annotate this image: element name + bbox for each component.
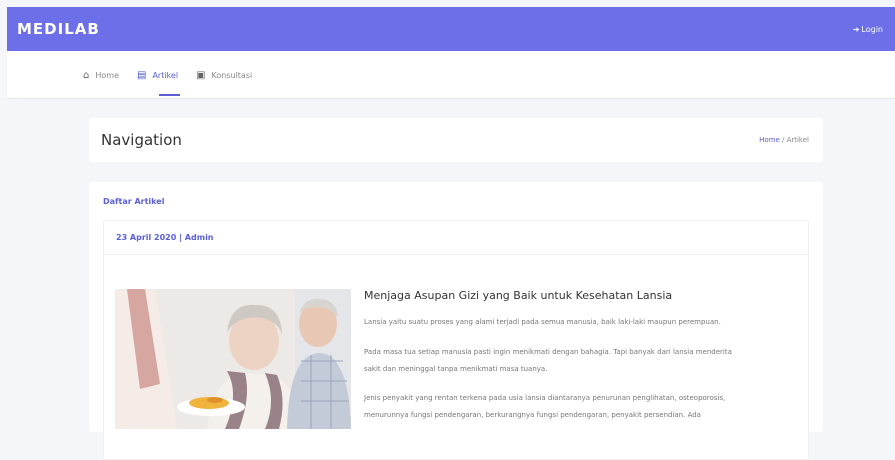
nav-artikel-label: Artikel <box>152 70 179 80</box>
article-icon: ▤ <box>136 69 147 81</box>
article-paragraph: menurunnya fungsi pendengaran, berkurang… <box>364 411 701 419</box>
breadcrumb-separator: / <box>781 136 785 144</box>
home-icon: ⌂ <box>83 69 90 81</box>
main-nav: ⌂ Home ▤ Artikel ▣ Konsultasi <box>7 51 895 99</box>
article-paragraph: Lansia yaitu suatu proses yang alami ter… <box>364 318 721 326</box>
consult-icon: ▣ <box>196 69 206 81</box>
brand-logo[interactable]: MEDILAB <box>17 20 100 38</box>
article-list-title: Daftar Artikel <box>103 197 165 206</box>
login-label: Login <box>861 24 883 34</box>
nav-konsultasi-label: Konsultasi <box>211 70 253 80</box>
article-item: 23 April 2020 | Admin Menjaga Asupan Giz… <box>103 220 809 460</box>
page-title: Navigation <box>101 131 182 149</box>
nav-home-label: Home <box>95 70 119 80</box>
article-meta: 23 April 2020 | Admin <box>104 221 808 255</box>
nav-item-konsultasi[interactable]: ▣ Konsultasi <box>196 51 252 99</box>
article-title[interactable]: Menjaga Asupan Gizi yang Baik untuk Kese… <box>364 289 672 302</box>
breadcrumb-home[interactable]: Home <box>759 136 780 144</box>
article-image[interactable] <box>115 289 351 429</box>
article-paragraph: Pada masa tua setiap manusia pasti ingin… <box>364 348 732 356</box>
top-app-bar: MEDILAB ➜ Login <box>7 7 895 51</box>
login-icon: ➜ <box>852 24 860 34</box>
article-paragraph: sakit dan meninggal tanpa menikmati masa… <box>364 365 548 373</box>
nav-item-home[interactable]: ⌂ Home <box>83 51 119 99</box>
page-header-card: Navigation Home / Artikel <box>89 118 823 162</box>
article-list-card: Daftar Artikel 23 April 2020 | Admin Men… <box>89 182 823 460</box>
nav-item-artikel[interactable]: ▤ Artikel <box>136 51 181 99</box>
breadcrumb-current: Artikel <box>786 136 809 144</box>
article-paragraph: Jenis penyakit yang rentan terkena pada … <box>364 394 726 402</box>
login-button[interactable]: ➜ Login <box>853 25 883 34</box>
breadcrumb: Home / Artikel <box>759 136 809 144</box>
